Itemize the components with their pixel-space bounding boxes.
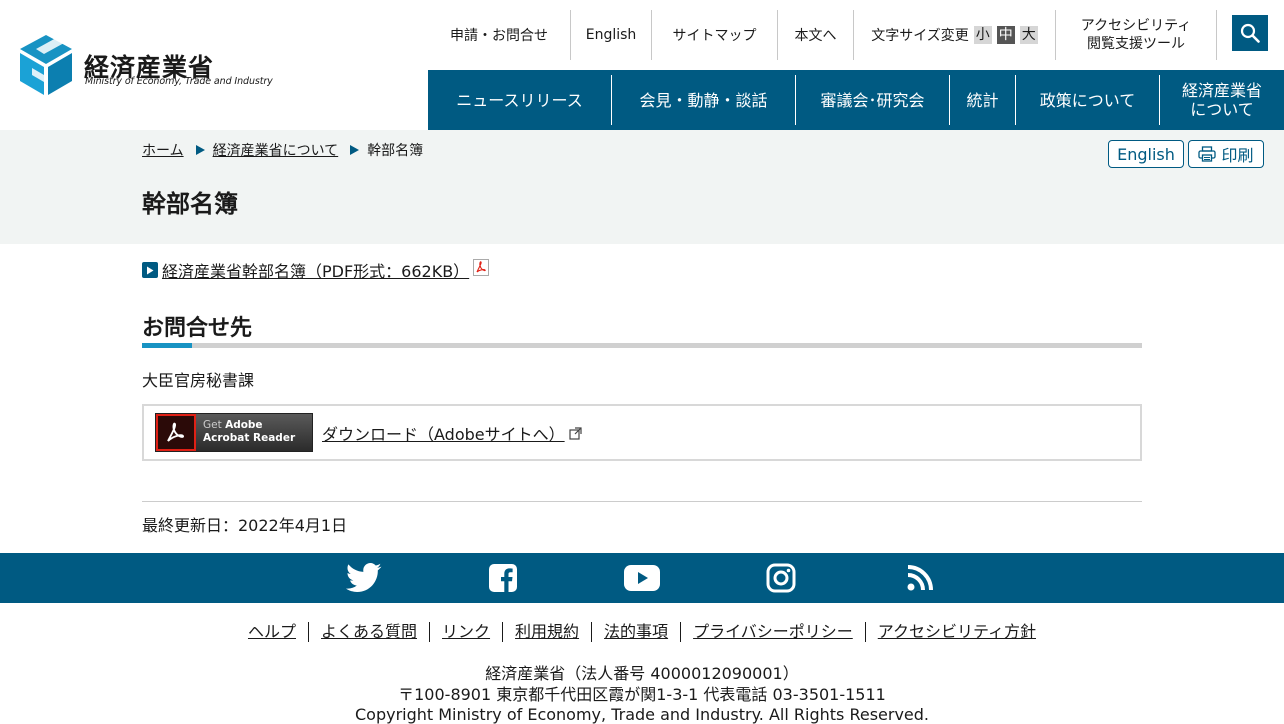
acrobat-download-box: Get Adobe Acrobat Reader ダウンロード（Adobeサイト… <box>142 404 1142 461</box>
english-page-button[interactable]: English <box>1108 140 1184 168</box>
footer-link-privacy[interactable]: プライバシーポリシー <box>680 622 865 642</box>
youtube-link[interactable] <box>624 563 660 593</box>
adobe-download-link[interactable]: ダウンロード（Adobeサイトへ） <box>322 421 565 445</box>
footer-address: 〒100-8901 東京都千代田区霞が関1-3-1 代表電話 03-3501-1… <box>398 684 886 704</box>
printer-icon <box>1198 146 1217 162</box>
link-arrow-icon <box>142 262 158 278</box>
site-logo-link[interactable]: 経済産業省 Ministry of Economy, Trade and Ind… <box>20 34 273 96</box>
instagram-icon <box>766 563 796 593</box>
breadcrumb-arrow-icon <box>350 145 360 155</box>
rss-icon <box>907 565 933 591</box>
breadcrumb-current: 幹部名簿 <box>367 143 424 159</box>
facebook-icon <box>489 564 517 592</box>
last-updated: 最終更新日：2022年4月1日 <box>142 516 348 535</box>
content-divider <box>142 501 1142 502</box>
font-size-small-button[interactable]: 小 <box>973 26 992 44</box>
nav-about-meti[interactable]: 経済産業省 について <box>1160 70 1284 130</box>
footer-link-accessibility[interactable]: アクセシビリティ方針 <box>864 622 1048 642</box>
facebook-link[interactable] <box>485 563 521 593</box>
acrobat-logo-icon <box>156 414 196 451</box>
footer-info: 経済産業省（法人番号 4000012090001） 〒100-8901 東京都千… <box>0 664 1284 724</box>
pdf-link-row: 経済産業省幹部名簿（PDF形式：662KB） <box>142 258 490 282</box>
nav-statistics[interactable]: 統計 <box>950 70 1015 130</box>
meti-logo-icon <box>20 35 72 95</box>
site-header: 経済産業省 Ministry of Economy, Trade and Ind… <box>0 0 1284 130</box>
contact-section-heading: お問合せ先 <box>142 310 1142 348</box>
instagram-link[interactable] <box>763 563 799 593</box>
footer-link-legal[interactable]: 法的事項 <box>591 622 680 642</box>
global-nav: ニュースリリース 会見・動静・談話 審議会･研究会 統計 政策について 経済産業… <box>428 70 1284 130</box>
footer-link-help[interactable]: ヘルプ <box>236 622 308 642</box>
search-icon <box>1240 23 1260 43</box>
acrobat-download-row: ダウンロード（Adobeサイトへ） <box>322 421 582 445</box>
twitter-link[interactable] <box>346 563 382 593</box>
print-button-label: 印刷 <box>1221 146 1254 165</box>
acrobat-badge-text: Get Adobe Acrobat Reader <box>203 419 295 445</box>
page-title: 幹部名簿 <box>142 190 238 218</box>
font-size-large-button[interactable]: 大 <box>1019 26 1038 44</box>
footer-org: 経済産業省（法人番号 4000012090001） <box>485 664 799 683</box>
youtube-icon <box>624 565 660 591</box>
footer-link-faq[interactable]: よくある質問 <box>308 622 429 642</box>
page-title-band: ホーム 経済産業省について 幹部名簿 幹部名簿 English 印刷 <box>0 130 1284 244</box>
twitter-icon <box>346 563 382 592</box>
font-size-medium-button[interactable]: 中 <box>996 26 1015 44</box>
footer-copyright: Copyright Ministry of Economy, Trade and… <box>354 705 929 724</box>
util-skip-to-body-link[interactable]: 本文へ <box>778 10 854 60</box>
util-contact-link[interactable]: 申請・お問合せ <box>428 10 571 60</box>
logo-english-name: Ministry of Economy, Trade and Industry <box>85 76 273 87</box>
util-sitemap-link[interactable]: サイトマップ <box>652 10 778 60</box>
nav-council[interactable]: 審議会･研究会 <box>796 70 949 130</box>
accessibility-label-line1: アクセシビリティ <box>1080 18 1192 34</box>
search-button[interactable] <box>1232 15 1268 51</box>
rss-link[interactable] <box>902 563 938 593</box>
footer-links: ヘルプ よくある質問 リンク 利用規約 法的事項 プライバシーポリシー アクセシ… <box>0 622 1284 642</box>
font-size-label: 文字サイズ変更 <box>871 28 969 44</box>
util-english-link[interactable]: English <box>571 10 652 60</box>
pdf-icon <box>473 258 490 276</box>
breadcrumb-home-link[interactable]: ホーム <box>142 140 184 160</box>
nav-about-line1: 経済産業省 <box>1181 81 1262 100</box>
breadcrumb: ホーム 経済産業省について 幹部名簿 <box>142 140 423 160</box>
breadcrumb-about-link[interactable]: 経済産業省について <box>213 140 339 160</box>
nav-about-line2: について <box>1190 100 1254 119</box>
contact-department: 大臣官房秘書課 <box>142 371 255 390</box>
print-button[interactable]: 印刷 <box>1188 140 1264 168</box>
nav-news-release[interactable]: ニュースリリース <box>428 70 611 130</box>
footer-link-links[interactable]: リンク <box>429 622 502 642</box>
acrobat-badge-product: Acrobat Reader <box>203 432 296 444</box>
footer-link-terms[interactable]: 利用規約 <box>502 622 591 642</box>
executives-list-pdf-link[interactable]: 経済産業省幹部名簿（PDF形式：662KB） <box>162 258 469 282</box>
social-bar <box>0 553 1284 603</box>
acrobat-badge-adobe: Adobe <box>225 419 263 431</box>
acrobat-badge-get: Get <box>203 419 222 431</box>
external-link-icon <box>569 426 582 440</box>
nav-press-conference[interactable]: 会見・動静・談話 <box>612 70 795 130</box>
nav-policy[interactable]: 政策について <box>1016 70 1159 130</box>
util-accessibility-tool-link[interactable]: アクセシビリティ 閲覧支援ツール <box>1056 10 1217 60</box>
get-acrobat-reader-badge[interactable]: Get Adobe Acrobat Reader <box>155 413 313 452</box>
breadcrumb-arrow-icon <box>195 145 205 155</box>
accessibility-label-line2: 閲覧支援ツール <box>1087 36 1185 52</box>
font-size-switcher: 文字サイズ変更 小 中 大 <box>854 10 1056 60</box>
